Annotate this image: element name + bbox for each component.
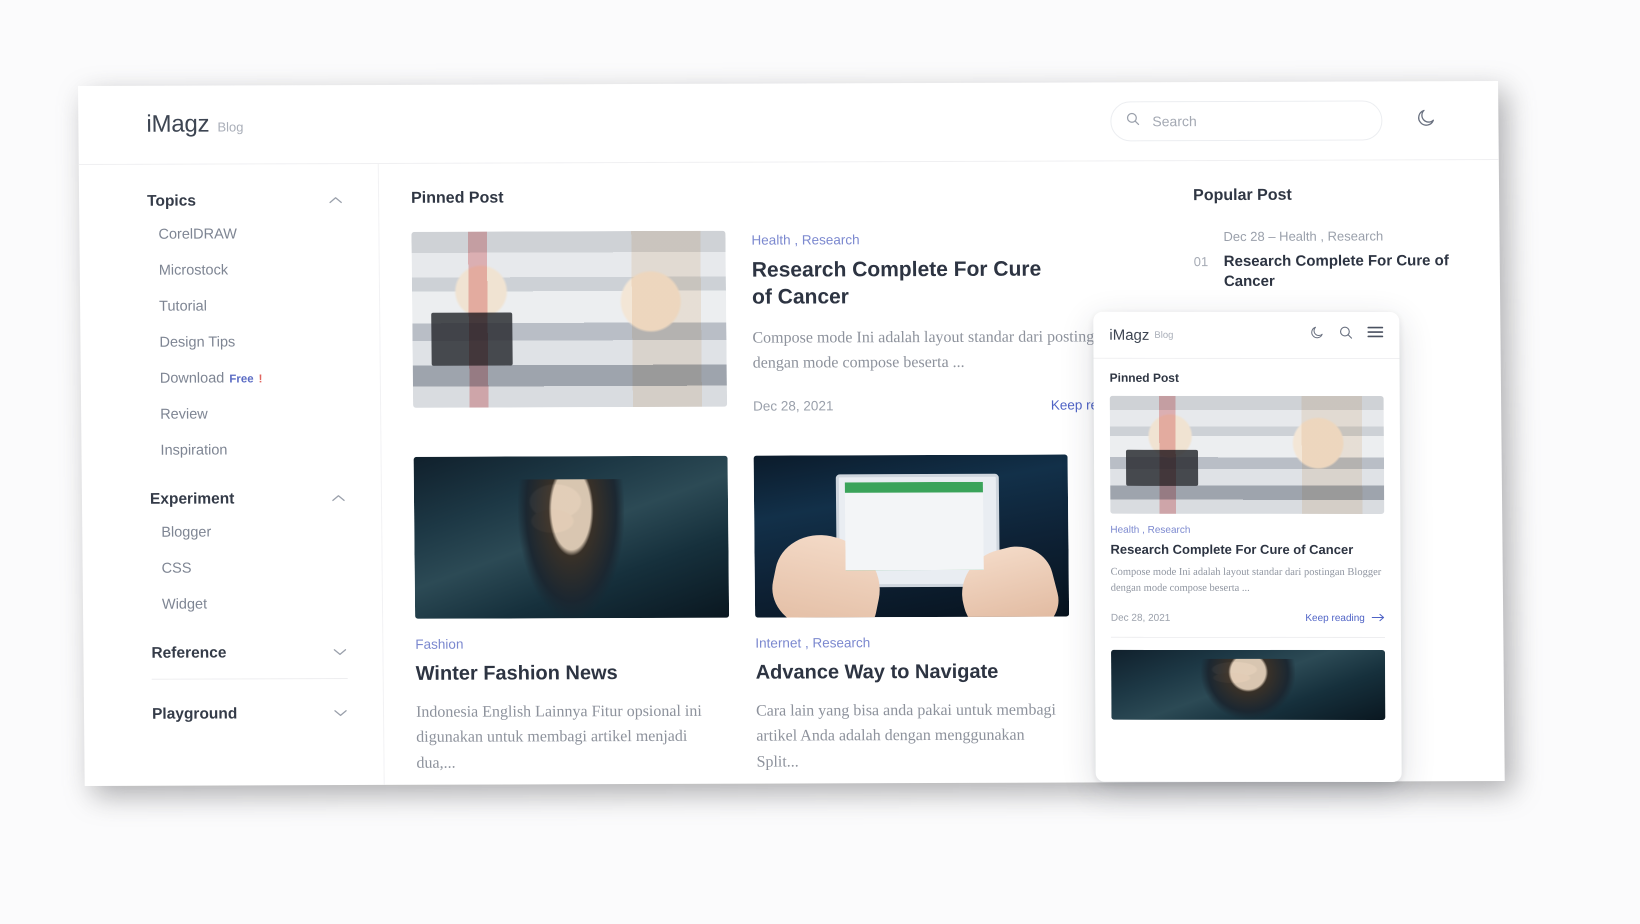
hand-shape [952, 538, 1066, 618]
main-content: Pinned Post Health , Research Research C… [379, 161, 1175, 786]
tablet-map-photo [753, 454, 1070, 618]
mobile-header-icons [1309, 325, 1384, 345]
sidebar-section-topics[interactable]: Topics [147, 192, 342, 211]
sidebar-divider [151, 678, 348, 680]
mobile-divider [1110, 636, 1385, 638]
sidebar-section-reference[interactable]: Reference [151, 644, 347, 663]
post-card-excerpt: Indonesia English Lainnya Fitur opsional… [415, 702, 702, 772]
sidebar-item-label: Microstock [158, 262, 229, 279]
free-badge-exclamation: ! [258, 373, 263, 386]
post-card-categories[interactable]: Internet , Research [755, 634, 1069, 650]
site-header: iMagz Blog Search [78, 81, 1499, 165]
pinned-post-heading: Pinned Post [411, 189, 504, 207]
mobile-pinned-heading: Pinned Post [1109, 370, 1179, 385]
chevron-up-icon [329, 196, 342, 207]
mobile-brand-name: iMagz [1109, 326, 1150, 344]
sidebar-section-playground[interactable]: Playground [152, 705, 347, 724]
chevron-up-icon [332, 494, 345, 505]
mobile-body: Pinned Post Health , Research Research C… [1093, 359, 1401, 720]
mobile-header: iMagz Blog [1093, 311, 1400, 360]
sidebar-item-design-tips[interactable]: Design Tips [148, 324, 379, 361]
sidebar-section-title: Playground [151, 705, 238, 723]
pinned-post-title[interactable]: Research Complete For Cure of Cancer [752, 257, 1053, 312]
post-card-title[interactable]: Advance Way to Navigate [756, 659, 1070, 686]
pinned-post-categories[interactable]: Health , Research [751, 231, 1169, 247]
sidebar-section-title: Topics [147, 192, 197, 210]
mobile-next-post-thumbnail[interactable] [1111, 649, 1386, 720]
winter-portrait-photo [1111, 649, 1386, 720]
screenshot-stage: iMagz Blog Search Topics CorelDRAW Micro… [0, 0, 1640, 924]
sidebar-item-tutorial[interactable]: Tutorial [148, 288, 379, 325]
sidebar-item-css[interactable]: CSS [150, 550, 381, 587]
mobile-post-excerpt: Compose mode Ini adalah layout standar d… [1110, 566, 1382, 594]
post-card-winter-fashion-news[interactable]: Fashion Winter Fashion News Indonesia En… [413, 455, 731, 776]
site-brand[interactable]: iMagz Blog [146, 110, 243, 138]
search-icon[interactable] [1338, 325, 1353, 345]
mobile-preview-card: iMagz Blog Pinned Post Health , Research… [1093, 311, 1402, 783]
sidebar: Topics CorelDRAW Microstock Tutorial Des… [78, 163, 385, 786]
post-card-categories[interactable]: Fashion [415, 636, 729, 652]
popular-post-title[interactable]: Research Complete For Cure of Cancer [1224, 251, 1500, 292]
sidebar-item-label: CorelDRAW [158, 226, 237, 243]
mobile-post-meta: Dec 28, 2021 Keep reading [1111, 612, 1385, 624]
mobile-keep-reading-link[interactable]: Keep reading [1305, 612, 1385, 624]
sidebar-item-download[interactable]: Download Free! [149, 360, 380, 397]
header-actions: Search [1110, 100, 1442, 142]
post-card-title[interactable]: Winter Fashion News [416, 661, 730, 688]
chevron-down-icon [334, 709, 347, 720]
sidebar-item-label: Inspiration [160, 442, 228, 459]
sidebar-section-title: Reference [151, 644, 227, 662]
sidebar-item-widget[interactable]: Widget [151, 586, 382, 623]
hamburger-icon[interactable] [1367, 325, 1384, 345]
dark-mode-toggle[interactable] [1408, 103, 1442, 137]
post-grid: Fashion Winter Fashion News Indonesia En… [413, 454, 1175, 776]
mobile-post-categories[interactable]: Health , Research [1110, 525, 1384, 536]
popular-post-meta: Dec 28 – Health , Research [1223, 228, 1384, 244]
mobile-post-date: Dec 28, 2021 [1110, 612, 1171, 624]
sidebar-item-coreldraw[interactable]: CorelDRAW [147, 216, 378, 253]
mobile-post-thumbnail[interactable] [1109, 395, 1385, 515]
moon-icon [1415, 107, 1436, 133]
tilted-screenshot-wrapper: iMagz Blog Search Topics CorelDRAW Micro… [78, 81, 1513, 796]
sidebar-item-label: Blogger [161, 524, 212, 541]
post-card-advance-way-to-navigate[interactable]: Internet , Research Advance Way to Navig… [753, 454, 1071, 774]
brand-name: iMagz [146, 110, 210, 138]
arrow-right-icon [1371, 613, 1385, 625]
laboratory-photo [1109, 395, 1385, 515]
post-card-excerpt: Cara lain yang bisa anda pakai untuk mem… [755, 701, 1057, 771]
search-input[interactable]: Search [1110, 100, 1383, 142]
search-placeholder: Search [1152, 113, 1197, 130]
post-card-thumbnail[interactable] [413, 455, 730, 619]
pinned-post-date: Dec 28, 2021 [753, 398, 834, 414]
laboratory-photo [411, 230, 728, 408]
sidebar-item-label: Design Tips [159, 334, 236, 351]
winter-portrait-photo [413, 455, 730, 619]
chevron-down-icon [333, 648, 347, 659]
sidebar-item-label: Review [160, 406, 208, 423]
mobile-brand-subtitle: Blog [1154, 329, 1174, 341]
moon-icon[interactable] [1309, 325, 1324, 345]
pinned-post[interactable]: Health , Research Research Complete For … [411, 229, 1171, 415]
popular-post-heading: Popular Post [1193, 186, 1292, 205]
sidebar-item-label: CSS [161, 560, 192, 577]
sidebar-item-blogger[interactable]: Blogger [150, 514, 381, 551]
mobile-post-title[interactable]: Research Complete For Cure of Cancer [1110, 542, 1384, 557]
sidebar-item-inspiration[interactable]: Inspiration [149, 432, 380, 469]
mobile-keep-reading-label: Keep reading [1305, 612, 1365, 625]
free-badge: Free [229, 373, 254, 386]
hand-shape [765, 526, 889, 618]
post-card-thumbnail[interactable] [753, 454, 1070, 618]
sidebar-section-experiment[interactable]: Experiment [150, 490, 345, 509]
pinned-post-thumbnail[interactable] [411, 230, 728, 408]
sidebar-item-review[interactable]: Review [149, 396, 380, 433]
sidebar-item-label: Tutorial [159, 298, 208, 315]
popular-post-item[interactable]: 01 Research Complete For Cure of Cancer [1194, 251, 1500, 293]
sidebar-item-label: Download [159, 370, 225, 387]
brand-subtitle: Blog [217, 119, 244, 135]
popular-post-number: 01 [1193, 254, 1209, 270]
sidebar-item-label: Widget [161, 596, 208, 613]
sidebar-section-title: Experiment [149, 490, 235, 508]
search-icon [1125, 111, 1140, 131]
sidebar-item-microstock[interactable]: Microstock [148, 252, 379, 289]
